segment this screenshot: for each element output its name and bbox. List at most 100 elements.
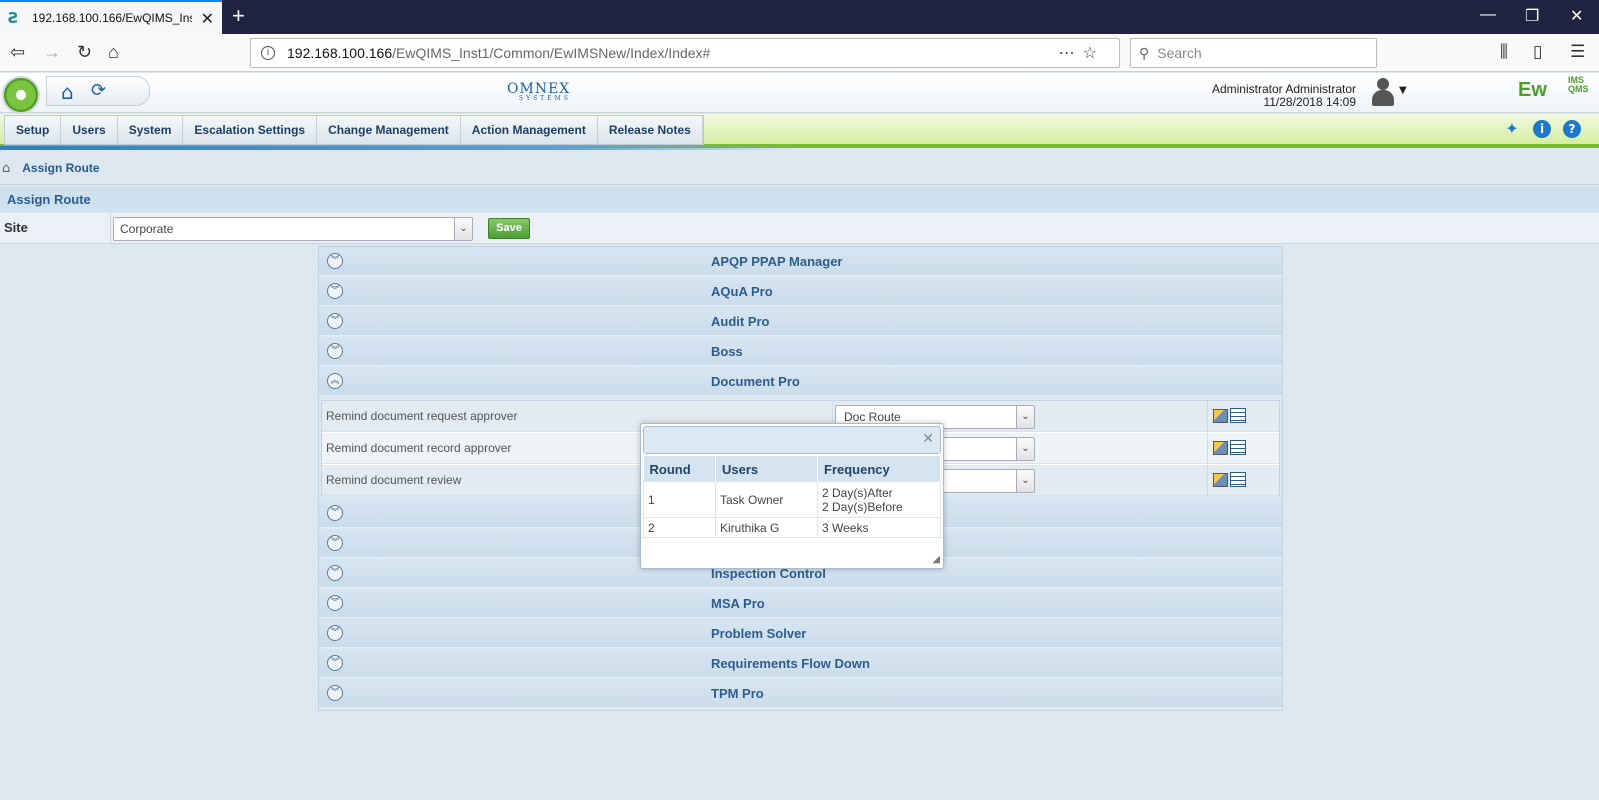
url-bar[interactable]: i 192.168.100.166 /EwQIMS_Inst1/Common/E… [250,38,1120,68]
reminder-label: Remind document request approver [326,409,518,423]
accordion-label: APQP PPAP Manager [711,254,843,269]
sidebar-icon[interactable]: ▯ [1533,42,1542,62]
menu-system[interactable]: System [118,116,184,144]
accordion-aqua-pro[interactable]: ︾ AQuA Pro [319,277,1282,306]
forward-icon[interactable]: → [43,42,61,63]
expand-icon[interactable]: ︾ [327,505,343,521]
accordion-label: MSA Pro [711,596,765,611]
accordion-tpm-pro[interactable]: ︾ TPM Pro [319,679,1282,708]
menu-icon[interactable]: ☰ [1570,42,1585,62]
menu-change-management[interactable]: Change Management [317,116,461,144]
search-input[interactable]: ⚲ Search [1130,38,1377,68]
help-icon[interactable]: ? [1563,120,1581,138]
route-details-popup: ✕ Round Users Frequency 1 Task Owner 2 D… [640,423,944,569]
expand-icon[interactable]: ︾ [327,283,343,299]
back-icon[interactable]: ⇦ [10,42,25,63]
pin-icon[interactable]: ✦ [1503,120,1521,138]
chevron-down-icon[interactable]: ⌄ [1016,406,1034,428]
list-icon[interactable] [1230,440,1246,455]
expand-icon[interactable]: ︾ [327,655,343,671]
browser-nav-bar: ⇦ → ↻ ⌂ i 192.168.100.166 /EwQIMS_Inst1/… [0,34,1599,72]
accordion-msa-pro[interactable]: ︾ MSA Pro [319,589,1282,618]
close-icon[interactable]: ✕ [922,431,934,447]
menu-action-management[interactable]: Action Management [461,116,598,144]
ewims-logo-sup: IMS QMS [1568,75,1589,94]
ewims-logo: Ew IMS QMS [1518,76,1589,102]
resize-handle-icon[interactable]: ◢ [932,554,940,565]
app-header: ⌂ ⟳ OMNEX SYSTEMS Administrator Administ… [0,73,1599,114]
menu-setup[interactable]: Setup [5,116,62,144]
accordion-requirements-flow-down[interactable]: ︾ Requirements Flow Down [319,649,1282,678]
info-icon[interactable]: i [1533,120,1551,138]
browser-tab[interactable]: Ƨ 192.168.100.166/EwQIMS_Inst1/ ✕ [0,0,222,34]
reminder-label: Remind document review [326,473,462,487]
restore-icon[interactable]: ❐ [1525,6,1539,26]
expand-icon[interactable]: ︾ [327,313,343,329]
window-close-icon[interactable]: ✕ [1570,6,1583,26]
accordion-audit-pro[interactable]: ︾ Audit Pro [319,307,1282,336]
expand-icon[interactable]: ︾ [327,625,343,641]
minimize-icon[interactable]: — [1480,6,1496,24]
edit-icon[interactable] [1213,441,1228,455]
accordion-label: Boss [711,344,743,359]
site-info-icon[interactable]: i [261,46,275,60]
breadcrumb-current[interactable]: Assign Route [22,161,99,175]
menu-accent-line [0,146,800,150]
chevron-down-icon[interactable]: ⌄ [454,218,472,240]
expand-icon[interactable]: ︾ [327,343,343,359]
avatar-icon[interactable] [1370,77,1396,107]
collapse-icon[interactable]: ︽ [327,373,343,389]
tab-close-icon[interactable]: ✕ [201,9,214,28]
accordion-document-pro[interactable]: ︽ Document Pro [319,367,1282,396]
expand-icon[interactable]: ︾ [327,535,343,551]
accordion-label: Audit Pro [711,314,770,329]
home-button-icon[interactable]: ⌂ [61,80,74,104]
breadcrumb: ⌂ Assign Route [0,152,1599,185]
list-icon[interactable] [1230,408,1246,423]
accordion-problem-solver[interactable]: ︾ Problem Solver [319,619,1282,648]
accordion-apqp-ppap-manager[interactable]: ︾ APQP PPAP Manager [319,247,1282,276]
accordion-label: Problem Solver [711,626,807,641]
menu-users[interactable]: Users [61,116,118,144]
refresh-button-icon[interactable]: ⟳ [91,80,106,101]
omnex-favicon-icon: Ƨ [8,9,19,27]
chevron-down-icon[interactable]: ⌄ [1016,470,1034,492]
reload-icon[interactable]: ↻ [77,42,92,63]
accordion-boss[interactable]: ︾ Boss [319,337,1282,366]
library-icon[interactable]: ⫼ [1500,42,1508,62]
expand-icon[interactable]: ︾ [327,253,343,269]
app-logo-icon[interactable] [2,76,40,114]
breadcrumb-home-icon[interactable]: ⌂ [2,161,10,176]
users-cell: Task Owner [715,481,818,518]
expand-icon[interactable]: ︾ [327,565,343,581]
new-tab-icon[interactable]: + [232,3,245,29]
quick-buttons: ⌂ ⟳ [46,76,150,106]
chevron-down-icon[interactable]: ⌄ [1016,438,1034,460]
home-icon[interactable]: ⌂ [108,42,119,63]
site-select[interactable]: Corporate ⌄ [113,217,473,241]
url-path: /EwQIMS_Inst1/Common/EwIMSNew/Index/Inde… [392,45,711,61]
menu-escalation-settings[interactable]: Escalation Settings [183,116,318,144]
popup-title-bar[interactable]: ✕ [643,426,941,454]
accordion-label: Requirements Flow Down [711,656,870,671]
page-actions-icon[interactable]: ⋯☆ [1059,43,1105,63]
frequency-line: 2 Day(s)Before [822,499,903,514]
edit-icon[interactable] [1213,473,1228,487]
save-button[interactable]: Save [488,218,530,239]
expand-icon[interactable]: ︾ [327,685,343,701]
edit-icon[interactable] [1213,409,1228,423]
column-header-users: Users [715,456,818,482]
search-icon: ⚲ [1139,44,1150,61]
accordion-label: AQuA Pro [711,284,773,299]
route-select-value: Doc Route [844,410,901,424]
expand-icon[interactable]: ︾ [327,595,343,611]
frequency-line: 2 Day(s)After [822,485,893,500]
users-cell: Kiruthika G [715,517,818,538]
frequency-cell: 2 Day(s)After 2 Day(s)Before [817,481,941,518]
menu-icons: ✦ i ? [1503,120,1581,138]
list-icon[interactable] [1230,472,1246,487]
round-cell: 2 [643,517,716,538]
accordion-label: TPM Pro [711,686,764,701]
menu-release-notes[interactable]: Release Notes [598,116,703,144]
user-menu-caret-icon[interactable]: ▼ [1399,85,1407,96]
